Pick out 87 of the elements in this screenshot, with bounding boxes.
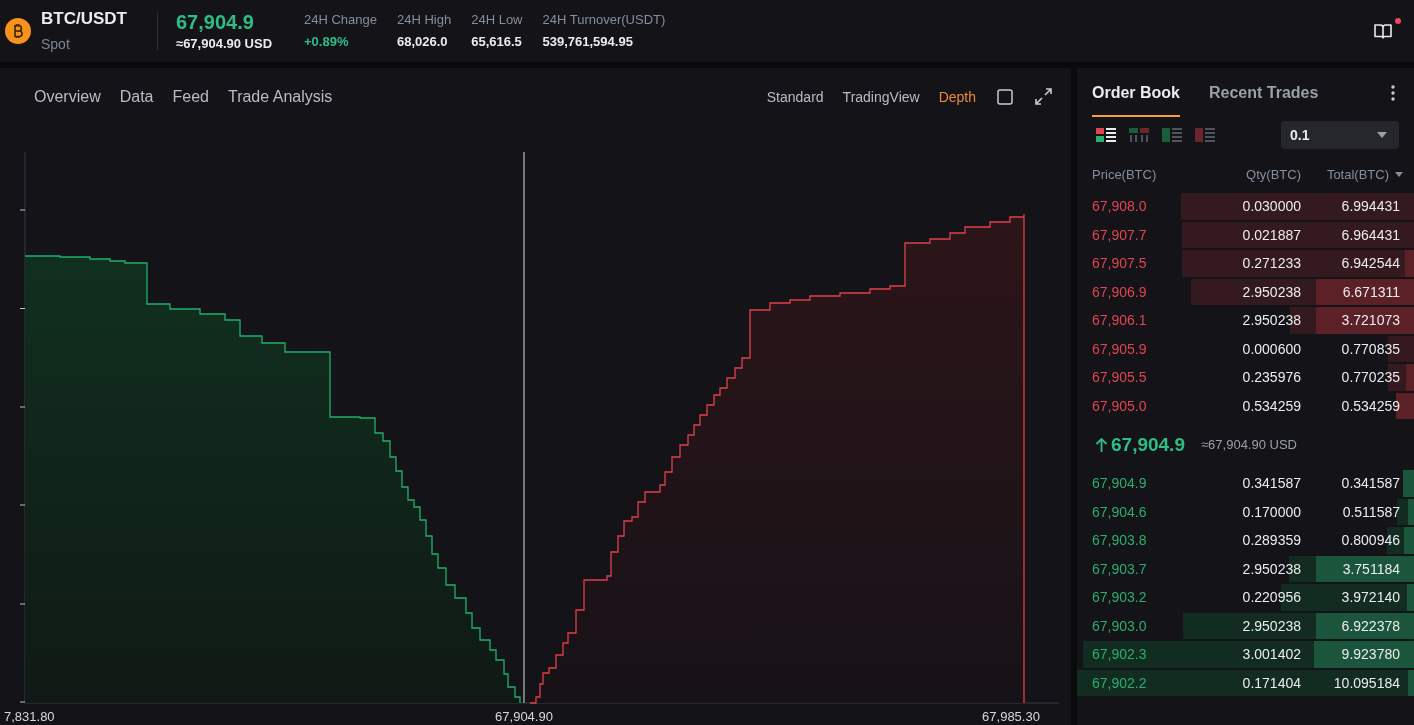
stat-value: 539,761,594.95 xyxy=(542,34,634,50)
x-axis-label: 7,831.80 xyxy=(4,709,55,725)
ask-price: 67,905.0 xyxy=(1092,397,1148,414)
ask-price: 67,907.7 xyxy=(1092,226,1148,243)
caret-down-icon xyxy=(1377,132,1387,138)
stat-value: 68,026.0 xyxy=(397,34,449,50)
ask-total: 0.770235 xyxy=(1341,369,1400,386)
bid-total: 6.922378 xyxy=(1341,617,1400,634)
precision-dropdown[interactable]: 0.1 xyxy=(1281,121,1399,149)
ask-quantity: 0.235976 xyxy=(1242,369,1301,386)
trading-pair: BTC/USDT xyxy=(41,9,128,29)
bid-price: 67,904.9 xyxy=(1092,475,1148,492)
chart-view-tab[interactable]: Standard xyxy=(766,88,824,105)
last-price: 67,904.9 xyxy=(176,10,255,34)
ask-total: 6.671311 xyxy=(1342,283,1400,300)
column-header: Total(BTC) xyxy=(1326,166,1389,182)
chart-tab[interactable]: Overview xyxy=(34,86,101,107)
ask-price: 67,908.0 xyxy=(1092,198,1148,215)
bid-total: 10.095184 xyxy=(1333,674,1400,691)
sort-caret-icon[interactable] xyxy=(1395,171,1403,177)
bid-quantity: 0.220956 xyxy=(1242,589,1301,606)
bid-price: 67,903.7 xyxy=(1092,560,1148,577)
bid-price: 67,903.2 xyxy=(1092,589,1148,606)
bid-total: 0.341587 xyxy=(1341,475,1400,492)
ask-total: 6.942544 xyxy=(1341,255,1400,272)
expand-icon[interactable] xyxy=(1035,88,1052,105)
stat-label: 24H Change xyxy=(304,12,377,28)
x-axis-label: 67,985.30 xyxy=(982,709,1040,725)
ask-quantity: 2.950238 xyxy=(1242,283,1301,300)
column-header: Qty(BTC) xyxy=(1246,166,1301,182)
bid-price: 67,903.0 xyxy=(1092,617,1148,634)
bid-total: 0.511587 xyxy=(1342,503,1400,520)
bid-price: 67,902.3 xyxy=(1092,646,1148,663)
bid-quantity: 0.289359 xyxy=(1242,532,1301,549)
ask-price: 67,905.9 xyxy=(1092,340,1148,357)
arrow-up-icon xyxy=(1095,436,1108,453)
stat-label: 24H Turnover(USDT) xyxy=(542,12,666,28)
chart-tab[interactable]: Data xyxy=(119,86,154,107)
ask-price: 67,905.5 xyxy=(1092,369,1148,386)
ask-total: 3.721073 xyxy=(1341,312,1400,329)
last-price-usd: ≈67,904.90 USD xyxy=(176,36,274,52)
stat-label: 24H Low xyxy=(471,12,523,28)
bid-price: 67,902.2 xyxy=(1092,674,1148,691)
bid-price: 67,903.8 xyxy=(1092,532,1148,549)
bid-quantity: 2.950238 xyxy=(1242,617,1301,634)
ask-quantity: 0.271233 xyxy=(1242,255,1301,272)
bid-quantity: 0.170000 xyxy=(1242,503,1301,520)
bid-quantity: 3.001402 xyxy=(1242,646,1301,663)
chart-tab[interactable]: Feed xyxy=(172,86,209,107)
chart-view-tab[interactable]: TradingView xyxy=(842,88,920,105)
more-icon[interactable] xyxy=(1391,84,1395,101)
chart-tab[interactable]: Trade Analysis xyxy=(227,86,333,107)
x-axis-label: 67,904.90 xyxy=(495,709,553,725)
bid-quantity: 0.171404 xyxy=(1242,674,1301,691)
bid-price: 67,904.6 xyxy=(1092,503,1148,520)
ask-quantity: 0.534259 xyxy=(1242,397,1301,414)
ask-total: 0.534259 xyxy=(1341,397,1400,414)
ask-quantity: 2.950238 xyxy=(1242,312,1301,329)
book-icon xyxy=(1374,23,1392,39)
ask-total: 6.994431 xyxy=(1341,198,1400,215)
stat-value: 65,616.5 xyxy=(471,34,523,50)
ask-price: 67,906.1 xyxy=(1092,312,1148,329)
column-header: Price(BTC) xyxy=(1092,166,1158,182)
stat-label: 24H High xyxy=(397,12,452,28)
ask-price: 67,906.9 xyxy=(1092,283,1148,300)
chart-view-tab[interactable]: Depth xyxy=(938,88,976,105)
order-book-tab[interactable]: Recent Trades xyxy=(1209,68,1319,117)
ask-total: 6.964431 xyxy=(1341,226,1400,243)
bid-quantity: 2.950238 xyxy=(1242,560,1301,577)
bid-total: 3.751184 xyxy=(1342,560,1400,577)
ask-quantity: 0.000600 xyxy=(1242,340,1301,357)
mid-price: 67,904.9 xyxy=(1111,433,1185,456)
market-type: Spot xyxy=(41,35,71,53)
stat-value: +0.89% xyxy=(304,34,350,50)
ask-total: 0.770835 xyxy=(1341,340,1400,357)
bid-total: 0.800946 xyxy=(1341,532,1400,549)
bid-total: 3.972140 xyxy=(1341,589,1400,606)
order-book-tab[interactable]: Order Book xyxy=(1092,68,1180,117)
layout-icon[interactable] xyxy=(1096,128,1116,142)
coin-icon xyxy=(5,18,31,44)
bid-total: 9.923780 xyxy=(1341,646,1400,663)
ask-quantity: 0.030000 xyxy=(1242,198,1301,215)
bid-quantity: 0.341587 xyxy=(1242,475,1301,492)
mid-price-usd: ≈67,904.90 USD xyxy=(1200,437,1297,452)
ask-price: 67,907.5 xyxy=(1092,255,1148,272)
ask-quantity: 0.021887 xyxy=(1242,226,1301,243)
square-icon[interactable] xyxy=(997,88,1013,105)
